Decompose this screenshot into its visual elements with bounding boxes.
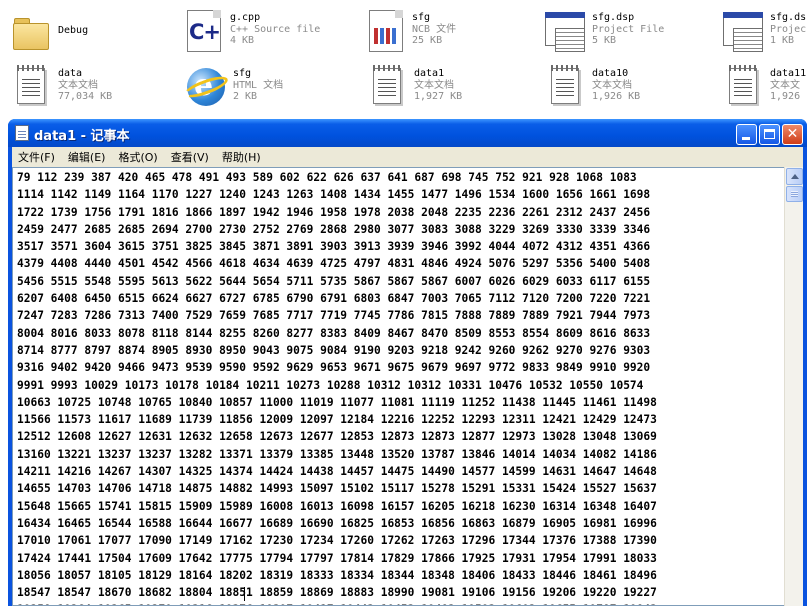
file-name: g.cpp — [230, 12, 261, 23]
file-name: Debug — [58, 25, 89, 36]
text-line: 17010 17061 17077 17090 17149 17162 1723… — [17, 534, 657, 548]
maximize-icon — [764, 129, 775, 139]
text-line: 15648 15665 15741 15815 15909 15989 1600… — [17, 499, 657, 513]
file-size: 4 KB — [230, 35, 255, 46]
window-title: data1 - 记事本 — [34, 129, 130, 144]
text-line: 1722 1739 1756 1791 1816 1866 1897 1942 … — [17, 205, 651, 219]
minimize-icon — [742, 137, 750, 140]
file-type: NCB 文件 — [412, 23, 457, 35]
title-bar[interactable]: data1 - 记事本 ✕ — [8, 119, 807, 147]
text-document-icon — [720, 62, 764, 110]
file-item-data11[interactable]: data11 文本文 1,926 — [720, 62, 806, 114]
text-line: 11566 11573 11617 11689 11739 11856 1200… — [17, 413, 657, 427]
notepad-icon[interactable] — [15, 125, 29, 141]
text-line: 12512 12608 12627 12631 12632 12658 1267… — [17, 430, 657, 444]
text-line: 18056 18057 18105 18129 18164 18202 1831… — [17, 568, 657, 582]
text-line: 1114 1142 1149 1164 1170 1227 1240 1243 … — [17, 188, 651, 202]
text-caret — [244, 587, 245, 601]
text-line: 14655 14703 14706 14718 14875 14882 1499… — [17, 482, 657, 496]
file-name: sfg.dsp — [592, 12, 635, 23]
text-document-icon — [364, 62, 408, 110]
file-name: sfg — [412, 12, 431, 23]
text-line: 4379 4408 4440 4501 4542 4566 4618 4634 … — [17, 257, 651, 271]
text-line: 16434 16465 16544 16588 16644 16677 1668… — [17, 516, 657, 530]
menu-help[interactable]: 帮助(H) — [222, 149, 261, 165]
notepad-window: data1 - 记事本 ✕ 文件(F) 编辑(E) 格式(O) 查看(V) 帮助… — [8, 119, 807, 606]
project-file-icon — [542, 6, 586, 54]
scroll-thumb[interactable] — [786, 186, 803, 202]
file-item-sfg-ds[interactable]: sfg.ds Projec 1 KB — [720, 6, 806, 58]
file-item-debug[interactable]: Debug — [8, 8, 88, 60]
maximize-button[interactable] — [759, 124, 780, 145]
ie-html-icon: e — [181, 62, 231, 110]
text-document-icon — [542, 62, 586, 110]
file-name: data10 — [592, 68, 629, 79]
menu-view[interactable]: 查看(V) — [171, 149, 209, 165]
text-line: 19258 19264 19265 19270 19316 19376 1939… — [17, 601, 657, 605]
file-type: 文本文档 — [414, 79, 454, 91]
project-file-icon — [720, 6, 764, 54]
minimize-button[interactable] — [736, 124, 757, 145]
file-item-g-cpp[interactable]: C+ g.cpp C++ Source file 4 KB — [180, 6, 320, 58]
file-size: 1,926 — [770, 91, 801, 102]
file-name: sfg.ds — [770, 12, 807, 23]
text-line: 9991 9993 10029 10173 10178 10184 10211 … — [17, 378, 644, 392]
menu-file[interactable]: 文件(F) — [18, 149, 55, 165]
file-list: Debug C+ g.cpp C++ Source file 4 KB sfg … — [0, 0, 807, 115]
text-line: 17424 17441 17504 17609 17642 17775 1779… — [17, 551, 657, 565]
folder-icon — [8, 8, 52, 56]
file-type: 文本文 — [770, 79, 800, 91]
file-size: 2 KB — [233, 91, 258, 102]
scroll-up-button[interactable] — [786, 168, 803, 185]
file-item-data1[interactable]: data1 文本文档 1,927 KB — [364, 62, 462, 114]
text-line: 8004 8016 8033 8078 8118 8144 8255 8260 … — [17, 326, 651, 340]
text-line: 9316 9402 9420 9466 9473 9539 9590 9592 … — [17, 361, 651, 375]
menu-edit[interactable]: 编辑(E) — [68, 149, 106, 165]
text-line: 13160 13221 13237 13237 13282 13371 1337… — [17, 447, 657, 461]
file-name: data11 — [770, 68, 807, 79]
file-item-data10[interactable]: data10 文本文档 1,926 KB — [542, 62, 640, 114]
text-document-icon — [8, 62, 52, 110]
text-line: 8714 8777 8797 8874 8905 8930 8950 9043 … — [17, 343, 651, 357]
text-line: 3517 3571 3604 3615 3751 3825 3845 3871 … — [17, 240, 651, 254]
file-type: C++ Source file — [230, 23, 321, 35]
file-name: data1 — [414, 68, 445, 79]
close-icon: ✕ — [786, 126, 799, 142]
file-type: HTML 文档 — [233, 79, 284, 91]
cpp-file-icon: C+ — [180, 6, 224, 54]
ncb-file-icon — [362, 6, 406, 54]
file-type: Project File — [592, 23, 665, 35]
menu-format[interactable]: 格式(O) — [118, 149, 157, 165]
file-size: 1,926 KB — [592, 91, 641, 102]
file-type: 文本文档 — [592, 79, 632, 91]
file-type: Projec — [770, 23, 807, 35]
text-line: 5456 5515 5548 5595 5613 5622 5644 5654 … — [17, 274, 651, 288]
file-size: 1,927 KB — [414, 91, 463, 102]
text-editor[interactable]: 79 112 239 387 420 465 478 491 493 589 6… — [12, 167, 784, 606]
text-line: 2459 2477 2685 2685 2694 2700 2730 2752 … — [17, 222, 651, 236]
file-item-sfg-ncb[interactable]: sfg NCB 文件 25 KB — [362, 6, 456, 58]
text-line: 6207 6408 6450 6515 6624 6627 6727 6785 … — [17, 292, 651, 306]
file-size: 77,034 KB — [58, 91, 113, 102]
file-size: 5 KB — [592, 35, 617, 46]
menu-bar: 文件(F) 编辑(E) 格式(O) 查看(V) 帮助(H) — [12, 147, 803, 167]
vertical-scrollbar[interactable] — [784, 167, 803, 606]
file-name: sfg — [233, 68, 252, 79]
file-type: 文本文档 — [58, 79, 98, 91]
close-button[interactable]: ✕ — [782, 124, 803, 145]
file-item-sfg-dsp[interactable]: sfg.dsp Project File 5 KB — [542, 6, 664, 58]
file-name: data — [58, 68, 83, 79]
file-item-data[interactable]: data 文本文档 77,034 KB — [8, 62, 112, 114]
text-line: 14211 14216 14267 14307 14325 14374 1442… — [17, 465, 657, 479]
text-line: 10663 10725 10748 10765 10840 10857 1100… — [17, 395, 657, 409]
text-line: 18547 18547 18670 18682 18804 18851 1885… — [17, 586, 657, 600]
text-line: 79 112 239 387 420 465 478 491 493 589 6… — [17, 171, 637, 184]
file-size: 1 KB — [770, 35, 795, 46]
file-size: 25 KB — [412, 35, 443, 46]
editor-text: 79 112 239 387 420 465 478 491 493 589 6… — [17, 169, 657, 605]
text-line: 7247 7283 7286 7313 7400 7529 7659 7685 … — [17, 309, 651, 323]
file-item-sfg-html[interactable]: e sfg HTML 文档 2 KB — [181, 62, 284, 114]
